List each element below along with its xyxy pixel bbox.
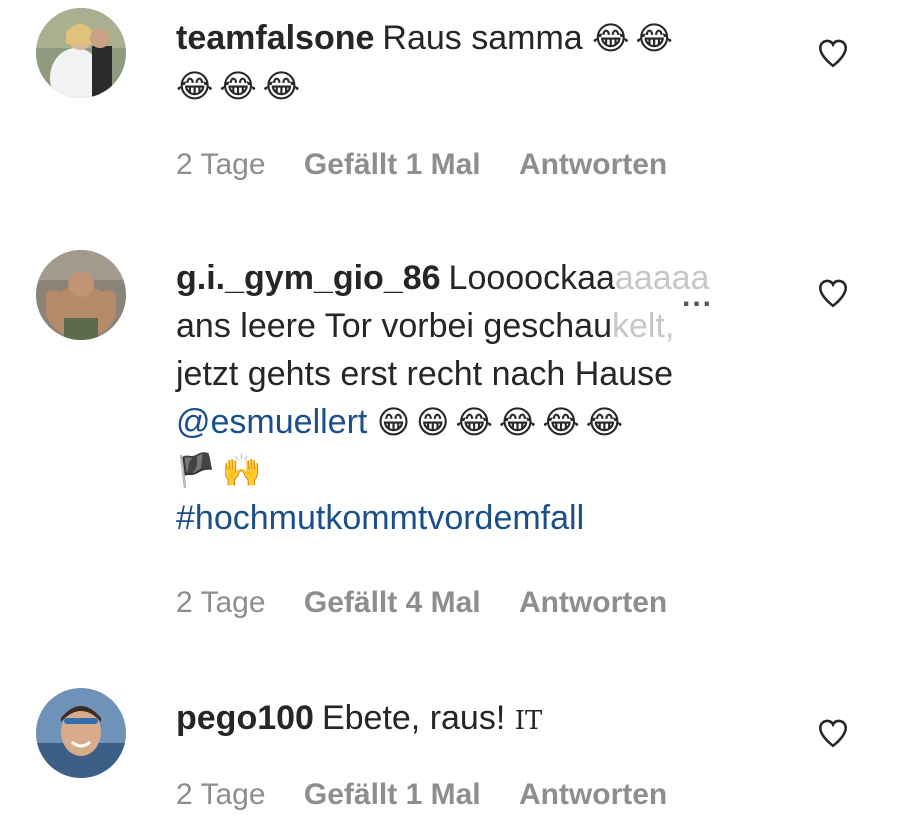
comment-text: Raus samma bbox=[382, 19, 583, 57]
avatar[interactable] bbox=[36, 250, 126, 340]
likes-count[interactable]: Gefällt 1 Mal bbox=[304, 148, 481, 181]
heart-outline-icon[interactable] bbox=[815, 716, 851, 750]
comment-text-line: ans leere Tor vorbei geschau bbox=[176, 307, 612, 345]
comment-pego100: pego100 Ebete, raus! IT 2 Tage Gefällt 1 … bbox=[0, 680, 900, 838]
username[interactable]: pego100 bbox=[176, 699, 314, 737]
comment-body: teamfalsone Raus samma 😂😂 😂😂😂 bbox=[176, 14, 776, 110]
reply-button[interactable]: Antworten bbox=[519, 586, 667, 619]
more-options-icon[interactable]: ... bbox=[682, 280, 713, 314]
username[interactable]: teamfalsone bbox=[176, 19, 374, 57]
timestamp[interactable]: 2 Tage bbox=[176, 778, 266, 811]
comment-teamfalsone: teamfalsone Raus samma 😂😂 😂😂😂 2 Tage Gefä… bbox=[0, 0, 900, 210]
hashtag-link[interactable]: #hochmutkommtvordemfall bbox=[176, 499, 584, 537]
timestamp[interactable]: 2 Tage bbox=[176, 148, 266, 181]
comment-body: pego100 Ebete, raus! IT bbox=[176, 694, 776, 745]
emoji-group: 😂😂😂 bbox=[176, 67, 307, 105]
likes-count[interactable]: Gefällt 1 Mal bbox=[304, 778, 481, 811]
avatar[interactable] bbox=[36, 688, 126, 778]
heart-outline-icon[interactable] bbox=[815, 36, 851, 70]
emoji-group: 😂😂 bbox=[592, 19, 679, 57]
avatar[interactable] bbox=[36, 8, 126, 98]
timestamp[interactable]: 2 Tage bbox=[176, 586, 266, 619]
comment-text-line: Loooockaa bbox=[448, 259, 615, 297]
comment-text: Ebete, raus! bbox=[321, 699, 506, 737]
emoji-group: 😁😁😂😂😂😂 bbox=[376, 403, 630, 441]
likes-count[interactable]: Gefällt 4 Mal bbox=[304, 586, 481, 619]
comment-g-i-gym-gio-86: g.i._gym_gio_86 Loooockaaaaaaa ans leere … bbox=[0, 240, 900, 640]
reply-button[interactable]: Antworten bbox=[519, 778, 667, 811]
flag-text: IT bbox=[514, 706, 543, 736]
comment-meta: 2 Tage Gefällt 4 Mal Antworten bbox=[176, 586, 697, 620]
mention-link[interactable]: @esmuellert bbox=[176, 403, 367, 441]
comment-text-faded: kelt, bbox=[611, 307, 675, 345]
comment-text-line: jetzt gehts erst recht nach Hause bbox=[176, 355, 674, 393]
comment-meta: 2 Tage Gefällt 1 Mal Antworten bbox=[176, 148, 697, 182]
reply-button[interactable]: Antworten bbox=[519, 148, 667, 181]
comment-meta: 2 Tage Gefällt 1 Mal Antworten bbox=[176, 778, 697, 812]
username[interactable]: g.i._gym_gio_86 bbox=[176, 259, 441, 297]
heart-outline-icon[interactable] bbox=[815, 276, 851, 310]
emoji-group: 🏴🙌 bbox=[176, 451, 268, 489]
